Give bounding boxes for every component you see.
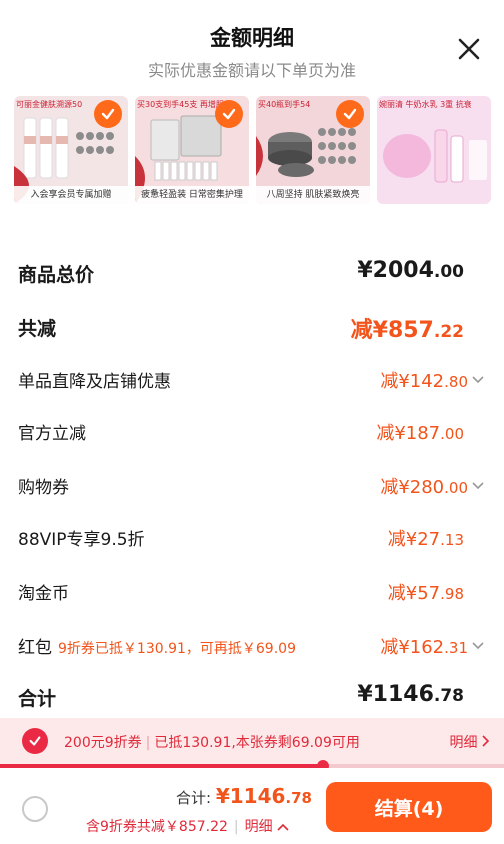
total-reduce-row: 共减 减¥857.22	[0, 310, 504, 346]
red-packet-row[interactable]: 红包 9折券已抵￥130.91，可再抵￥69.09 减¥162.31	[0, 630, 504, 662]
footer-total: 合计: ¥1146.78	[176, 784, 312, 808]
vip-discount-label: 88VIP专享9.5折	[18, 530, 145, 550]
goods-total-label: 商品总价	[18, 264, 95, 286]
coupon-bar[interactable]: 200元9折券 | 已抵130.91,本张券剩69.09可用 明细	[0, 718, 504, 764]
selected-check-icon[interactable]	[215, 100, 243, 128]
sheet-header: 金额明细 实际优惠金额请以下单页为准	[0, 0, 504, 92]
grand-total-row: 合计 ¥1146.78	[0, 680, 504, 716]
coupon-detail-link[interactable]: 明细	[450, 732, 490, 752]
product-thumbnail[interactable]: 可丽金健肤溯源50 入会享会员专属加赠	[14, 96, 128, 204]
chevron-down-icon[interactable]	[472, 481, 484, 491]
total-reduce-amount: 减¥857.22	[350, 318, 464, 343]
goods-total-row: 商品总价 ¥2004.00	[0, 256, 504, 292]
coupon-selected-icon[interactable]	[22, 728, 48, 754]
product-thumbnail[interactable]: 买40瓶到手54 八周坚持 肌肤紧致焕亮	[256, 96, 370, 204]
single-discount-label: 单品直降及店铺优惠	[18, 372, 171, 392]
close-icon[interactable]	[452, 32, 486, 66]
footer-discount: 含9折券共减￥857.22 | 明细	[86, 816, 289, 836]
coupon-description: 200元9折券 | 已抵130.91,本张券剩69.09可用	[64, 735, 360, 751]
chevron-right-icon	[482, 735, 490, 747]
official-discount-label: 官方立减	[18, 424, 86, 444]
product-promo-text: 婉丽清 牛奶水乳 3重 抗衰臻颜	[379, 100, 471, 109]
goods-total-amount: ¥2004.00	[357, 258, 464, 283]
selected-check-icon[interactable]	[336, 100, 364, 128]
red-packet-amount: 减¥162.31	[380, 633, 484, 659]
single-discount-row[interactable]: 单品直降及店铺优惠 减¥142.80	[0, 364, 504, 396]
footer-detail-link[interactable]: 明细	[245, 819, 289, 835]
red-packet-label: 红包 9折券已抵￥130.91，可再抵￥69.09	[18, 638, 296, 658]
shopping-coupon-amount: 减¥280.00	[380, 473, 484, 499]
footer-total-label: 合计:	[175, 789, 212, 807]
chevron-down-icon[interactable]	[472, 641, 484, 651]
chevron-up-icon	[277, 823, 289, 831]
product-thumbnails: 可丽金健肤溯源50 入会享会员专属加赠 买30支到手45支 再增服 疲惫轻盈装 …	[14, 96, 504, 206]
shopping-coupon-row[interactable]: 购物券 减¥280.00	[0, 470, 504, 502]
product-thumbnail[interactable]: 买30支到手45支 再增服 疲惫轻盈装 日常密集护理	[135, 96, 249, 204]
tao-coin-row: 淘金币 减¥57.98	[0, 576, 504, 608]
single-discount-amount: 减¥142.80	[380, 367, 484, 393]
product-caption: 入会享会员专属加赠	[14, 186, 128, 204]
official-discount-row: 官方立减 减¥187.00	[0, 416, 504, 448]
chevron-down-icon[interactable]	[472, 375, 484, 385]
vip-discount-amount: 减¥27.13	[387, 529, 464, 550]
product-image	[377, 96, 491, 204]
product-thumbnail[interactable]: 婉丽清 牛奶水乳 3重 抗衰臻颜	[377, 96, 491, 204]
selected-check-icon[interactable]	[94, 100, 122, 128]
footer-total-value: ¥1146.78	[215, 784, 312, 808]
page-subtitle: 实际优惠金额请以下单页为准	[147, 61, 356, 80]
tao-coin-amount: 减¥57.98	[387, 583, 464, 604]
page-title: 金额明细	[210, 26, 294, 50]
tao-coin-label: 淘金币	[18, 584, 69, 604]
total-reduce-label: 共减	[18, 318, 57, 340]
product-caption: 八周坚持 肌肤紧致焕亮	[256, 186, 370, 204]
shopping-coupon-label: 购物券	[18, 478, 69, 498]
red-packet-note: 9折券已抵￥130.91，可再抵￥69.09	[58, 641, 296, 657]
grand-total-amount: ¥1146.78	[357, 682, 464, 707]
checkout-footer: 合计: ¥1146.78 含9折券共减￥857.22 | 明细 结算(4)	[0, 768, 504, 844]
official-discount-amount: 减¥187.00	[376, 423, 464, 444]
product-caption: 疲惫轻盈装 日常密集护理	[135, 186, 249, 204]
vip-discount-row: 88VIP专享9.5折 减¥27.13	[0, 522, 504, 554]
grand-total-label: 合计	[18, 688, 57, 710]
select-all-radio[interactable]	[22, 796, 48, 822]
checkout-button[interactable]: 结算(4)	[326, 782, 492, 832]
